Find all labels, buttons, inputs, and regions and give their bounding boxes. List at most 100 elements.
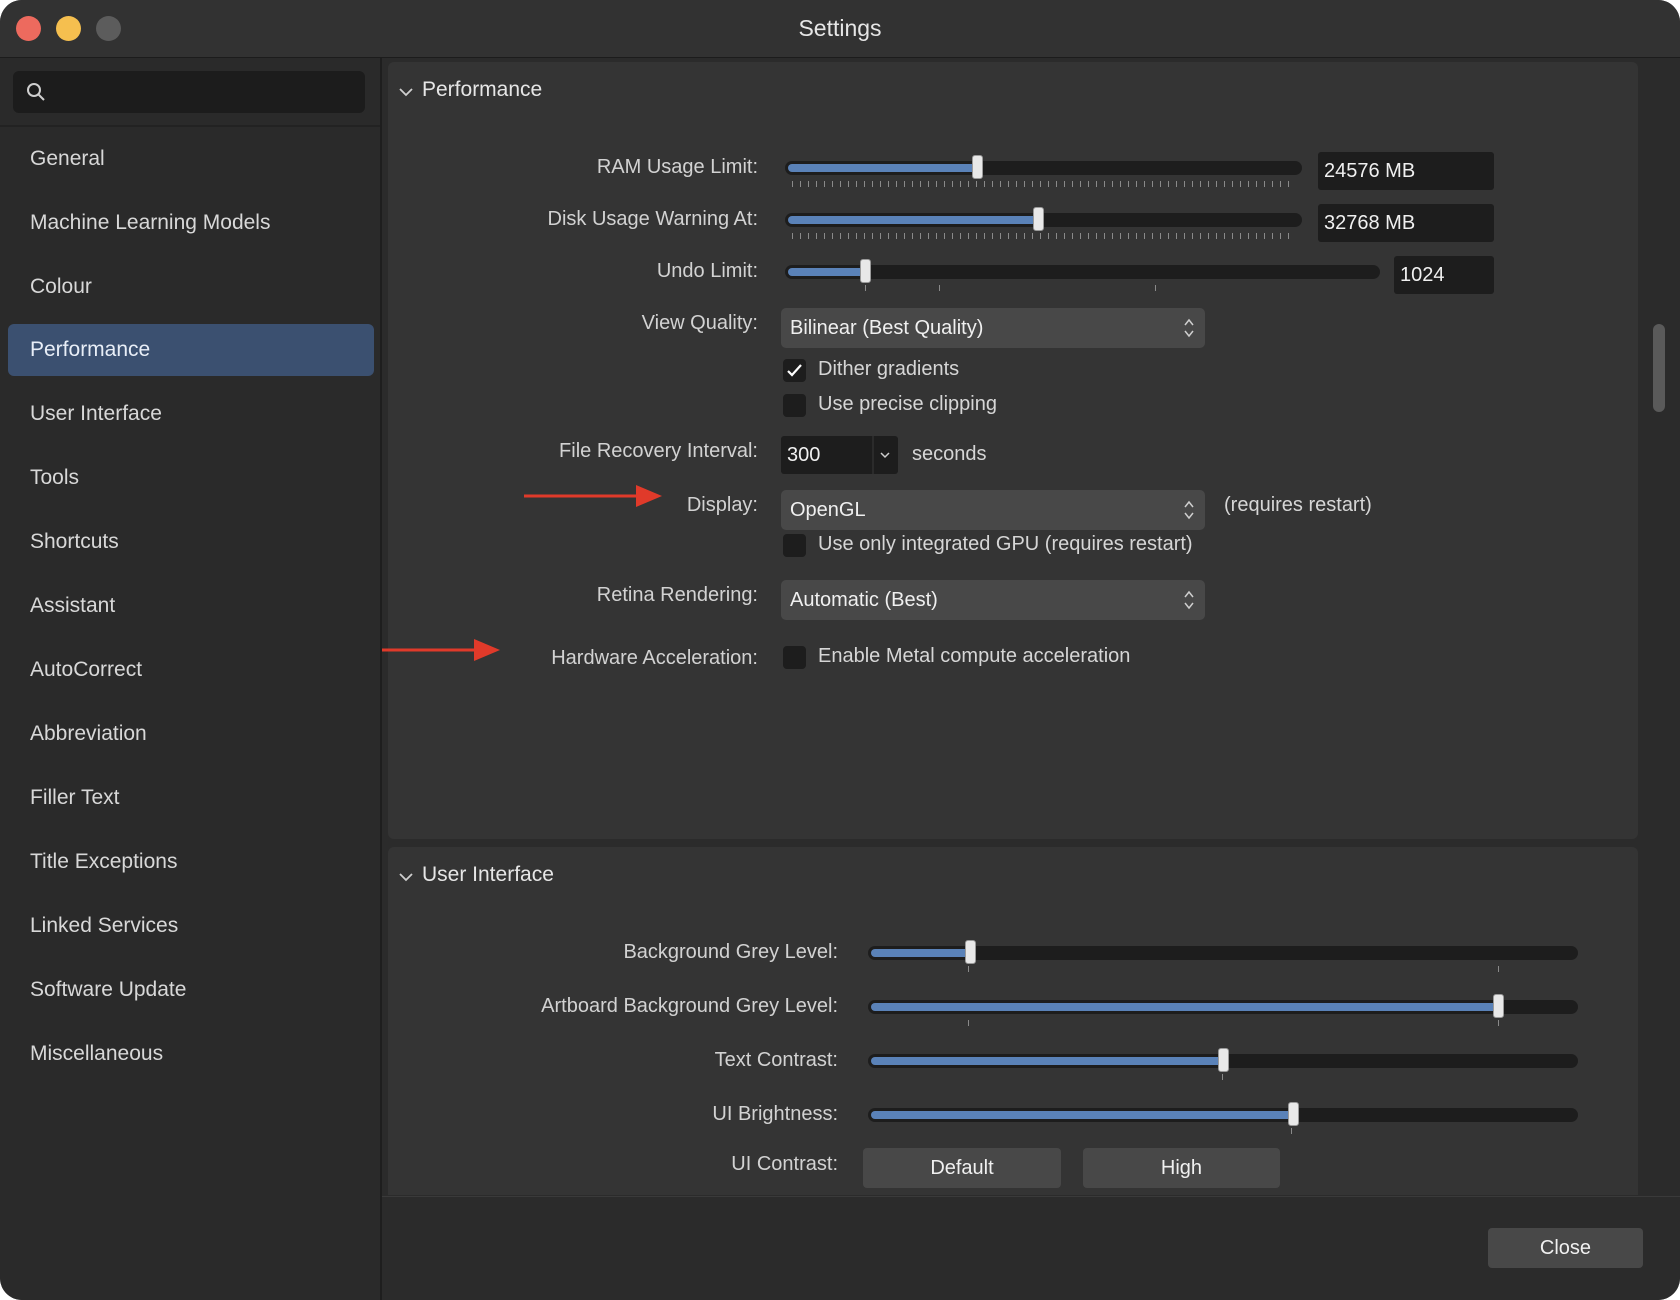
metal-compute-label: Enable Metal compute acceleration bbox=[818, 645, 1131, 667]
disk-usage-ticks bbox=[792, 233, 1292, 239]
disk-usage-value[interactable]: 32768 MB bbox=[1318, 204, 1494, 242]
slider-tick bbox=[1498, 966, 1499, 972]
undo-limit-slider[interactable] bbox=[785, 259, 1380, 283]
view-quality-label: View Quality: bbox=[641, 312, 758, 334]
sidebar-item-autocorrect[interactable]: AutoCorrect bbox=[8, 644, 374, 696]
combo-separator bbox=[872, 436, 874, 474]
sidebar-item-performance[interactable]: Performance bbox=[8, 324, 374, 376]
ram-usage-label: RAM Usage Limit: bbox=[596, 156, 758, 178]
disk-usage-label: Disk Usage Warning At: bbox=[547, 208, 758, 230]
user-interface-section-title: User Interface bbox=[422, 863, 554, 886]
display-label: Display: bbox=[686, 494, 758, 516]
undo-tick bbox=[865, 285, 866, 291]
background-grey-label: Background Grey Level: bbox=[623, 941, 838, 963]
file-recovery-value: 300 bbox=[787, 444, 821, 466]
sidebar-item-colour[interactable]: Colour bbox=[8, 261, 374, 313]
seconds-unit-label: seconds bbox=[912, 443, 987, 465]
undo-limit-fill bbox=[788, 268, 865, 276]
performance-panel: Performance RAM Usage Limit: 24576 MB Di… bbox=[382, 62, 1638, 839]
text-contrast-slider[interactable] bbox=[868, 1048, 1578, 1072]
up-down-chevron-icon bbox=[1184, 590, 1194, 610]
user-interface-panel: User Interface Background Grey Level: Ar… bbox=[388, 847, 1638, 1195]
artboard-grey-slider[interactable] bbox=[868, 994, 1578, 1018]
artboard-grey-thumb[interactable] bbox=[1493, 994, 1504, 1018]
ram-usage-ticks bbox=[792, 181, 1292, 187]
precise-clipping-checkbox[interactable] bbox=[783, 394, 806, 417]
slider-tick bbox=[968, 1020, 969, 1026]
red-arrow-annotation bbox=[524, 485, 662, 507]
performance-section-title: Performance bbox=[422, 78, 543, 101]
sidebar-item-shortcuts[interactable]: Shortcuts bbox=[8, 516, 374, 568]
disk-usage-slider[interactable] bbox=[785, 207, 1302, 231]
sidebar-item-assistant[interactable]: Assistant bbox=[8, 580, 374, 632]
sidebar-item-filler-text[interactable]: Filler Text bbox=[8, 772, 374, 824]
window-title: Settings bbox=[798, 15, 882, 41]
display-value: OpenGL bbox=[790, 499, 866, 521]
settings-content: Performance RAM Usage Limit: 24576 MB Di… bbox=[382, 58, 1680, 1195]
ui-brightness-fill bbox=[871, 1111, 1293, 1119]
chevron-down-icon[interactable] bbox=[398, 871, 414, 883]
title-bar: Settings bbox=[0, 0, 1680, 58]
slider-tick bbox=[968, 966, 969, 972]
ram-usage-value[interactable]: 24576 MB bbox=[1318, 152, 1494, 190]
checkmark-icon bbox=[787, 364, 802, 377]
sidebar-item-tools[interactable]: Tools bbox=[8, 452, 374, 504]
sidebar-item-machine-learning-models[interactable]: Machine Learning Models bbox=[8, 197, 374, 249]
slider-tick bbox=[1291, 1128, 1292, 1134]
slider-tick bbox=[1498, 1020, 1499, 1026]
ui-brightness-slider[interactable] bbox=[868, 1102, 1578, 1126]
ui-brightness-thumb[interactable] bbox=[1288, 1102, 1299, 1126]
search-input[interactable] bbox=[13, 71, 365, 113]
background-grey-thumb[interactable] bbox=[965, 940, 976, 964]
undo-limit-value[interactable]: 1024 bbox=[1394, 256, 1494, 294]
ram-usage-thumb[interactable] bbox=[972, 155, 983, 179]
text-contrast-label: Text Contrast: bbox=[714, 1049, 838, 1071]
ui-contrast-default-button[interactable]: Default bbox=[863, 1148, 1061, 1188]
display-select[interactable]: OpenGL bbox=[781, 490, 1205, 530]
settings-window: Settings General Machine Learning Models… bbox=[0, 0, 1680, 1300]
disk-usage-thumb[interactable] bbox=[1033, 207, 1044, 231]
undo-tick bbox=[1155, 285, 1156, 291]
integrated-gpu-checkbox[interactable] bbox=[783, 534, 806, 557]
precise-clipping-label: Use precise clipping bbox=[818, 393, 997, 415]
file-recovery-label: File Recovery Interval: bbox=[559, 440, 758, 462]
sidebar-item-general[interactable]: General bbox=[8, 133, 374, 185]
undo-limit-label: Undo Limit: bbox=[656, 260, 758, 282]
text-contrast-fill bbox=[871, 1057, 1223, 1065]
dither-gradients-label: Dither gradients bbox=[818, 358, 960, 380]
metal-compute-checkbox[interactable] bbox=[783, 646, 806, 669]
red-arrow-annotation bbox=[382, 639, 500, 661]
sidebar-item-user-interface[interactable]: User Interface bbox=[8, 388, 374, 440]
chevron-down-icon[interactable] bbox=[398, 86, 414, 98]
dither-gradients-checkbox[interactable] bbox=[783, 359, 806, 382]
close-button[interactable]: Close bbox=[1488, 1228, 1643, 1268]
sidebar-divider bbox=[0, 125, 380, 127]
integrated-gpu-label: Use only integrated GPU (requires restar… bbox=[818, 533, 1193, 555]
ram-usage-slider[interactable] bbox=[785, 155, 1302, 179]
sidebar: General Machine Learning Models Colour P… bbox=[0, 58, 382, 1300]
sidebar-item-linked-services[interactable]: Linked Services bbox=[8, 900, 374, 952]
ui-contrast-label: UI Contrast: bbox=[731, 1153, 838, 1175]
artboard-grey-label: Artboard Background Grey Level: bbox=[541, 995, 838, 1017]
background-grey-slider[interactable] bbox=[868, 940, 1578, 964]
scrollbar-thumb[interactable] bbox=[1653, 324, 1665, 412]
up-down-chevron-icon bbox=[1184, 318, 1194, 338]
artboard-grey-fill bbox=[871, 1003, 1498, 1011]
requires-restart-note: (requires restart) bbox=[1224, 494, 1372, 516]
retina-rendering-select[interactable]: Automatic (Best) bbox=[781, 580, 1205, 620]
text-contrast-thumb[interactable] bbox=[1218, 1048, 1229, 1072]
footer-bar: Close bbox=[382, 1196, 1680, 1300]
sidebar-item-title-exceptions[interactable]: Title Exceptions bbox=[8, 836, 374, 888]
sidebar-item-software-update[interactable]: Software Update bbox=[8, 964, 374, 1016]
file-recovery-combo[interactable]: 300 bbox=[781, 436, 898, 474]
chevron-down-icon[interactable] bbox=[879, 451, 891, 459]
retina-rendering-label: Retina Rendering: bbox=[596, 584, 758, 606]
sidebar-item-abbreviation[interactable]: Abbreviation bbox=[8, 708, 374, 760]
ram-usage-fill bbox=[788, 164, 977, 172]
undo-tick bbox=[939, 285, 940, 291]
ui-contrast-high-button[interactable]: High bbox=[1083, 1148, 1280, 1188]
retina-rendering-value: Automatic (Best) bbox=[790, 589, 938, 611]
view-quality-select[interactable]: Bilinear (Best Quality) bbox=[781, 308, 1205, 348]
sidebar-item-miscellaneous[interactable]: Miscellaneous bbox=[8, 1028, 374, 1080]
undo-limit-thumb[interactable] bbox=[860, 259, 871, 283]
